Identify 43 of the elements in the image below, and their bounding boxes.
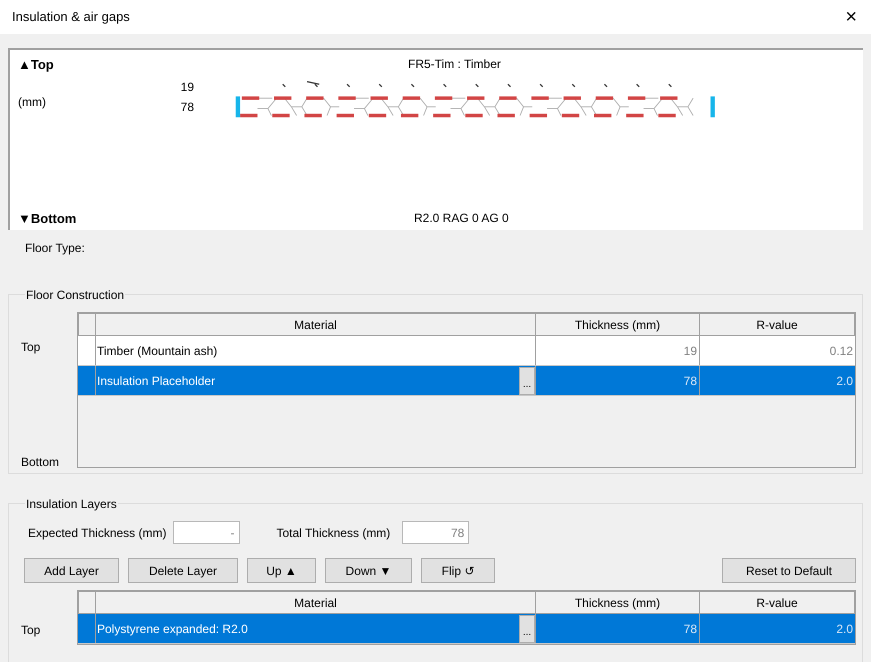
layer-button[interactable]: Up ▲ <box>247 558 316 583</box>
table-row[interactable]: Polystyrene expanded: R2.0 ... 78 2.0 <box>78 614 855 644</box>
bottom-label: Bottom <box>21 454 60 471</box>
table-row[interactable]: Timber (Mountain ash) 19 0.12 <box>78 336 855 366</box>
material-cell-text: Timber (Mountain ash) <box>97 342 218 360</box>
unit-label: (mm) <box>18 94 47 110</box>
r-value-cell-text: 2.0 <box>836 620 853 638</box>
total-thickness-field[interactable]: 78 <box>402 521 470 544</box>
thickness-cell-text: 78 <box>684 372 697 390</box>
floor-type-label: Floor Type: <box>25 240 86 257</box>
top-label: Top <box>21 623 40 637</box>
column-header[interactable]: R-value <box>700 591 855 614</box>
thickness-cell-text: 78 <box>684 620 697 638</box>
thickness-tick: 78 <box>180 98 194 116</box>
total-thickness-label: Total Thickness (mm) <box>276 524 390 542</box>
top-label: Top <box>21 339 42 356</box>
table-row[interactable]: Insulation Placeholder ... 78 2.0 <box>78 366 855 396</box>
column-header[interactable]: Material <box>96 591 536 614</box>
expected-thickness-label: Expected Thickness (mm) <box>28 524 166 542</box>
summary-text: R2.0 RAG 0 AG 0 <box>414 210 509 226</box>
r-value-cell-text: 2.0 <box>836 372 853 390</box>
layer-button[interactable]: Flip ↺ <box>421 558 495 583</box>
layer-button[interactable]: Down ▼ <box>325 558 412 583</box>
layer-button[interactable]: Delete Layer <box>128 558 238 583</box>
thickness-cell-text: 19 <box>684 342 697 360</box>
column-header[interactable]: Material <box>96 313 536 336</box>
column-header[interactable]: Thickness (mm) <box>536 313 700 336</box>
bottom-label: ▼Bottom <box>18 210 78 228</box>
window-title: Insulation & air gaps <box>12 8 130 26</box>
browse-button[interactable]: ... <box>519 614 535 642</box>
close-button[interactable]: × <box>845 7 859 27</box>
top-label: ▲Top <box>18 56 55 74</box>
column-header[interactable]: R-value <box>700 313 855 336</box>
layer-button[interactable]: Add Layer <box>24 558 119 583</box>
r-value-cell-text: 0.12 <box>830 342 853 360</box>
column-header[interactable]: Thickness (mm) <box>536 591 700 614</box>
reset-button[interactable]: Reset to Default <box>722 558 856 583</box>
expected-thickness-field[interactable]: - <box>172 521 240 544</box>
browse-button[interactable]: ... <box>519 366 535 394</box>
material-cell-text: Insulation Placeholder <box>97 372 216 390</box>
construction-name: FR5-Tim : Timber <box>408 56 501 73</box>
thickness-tick: 19 <box>180 78 194 96</box>
material-cell-text: Polystyrene expanded: R2.0 <box>97 620 248 638</box>
